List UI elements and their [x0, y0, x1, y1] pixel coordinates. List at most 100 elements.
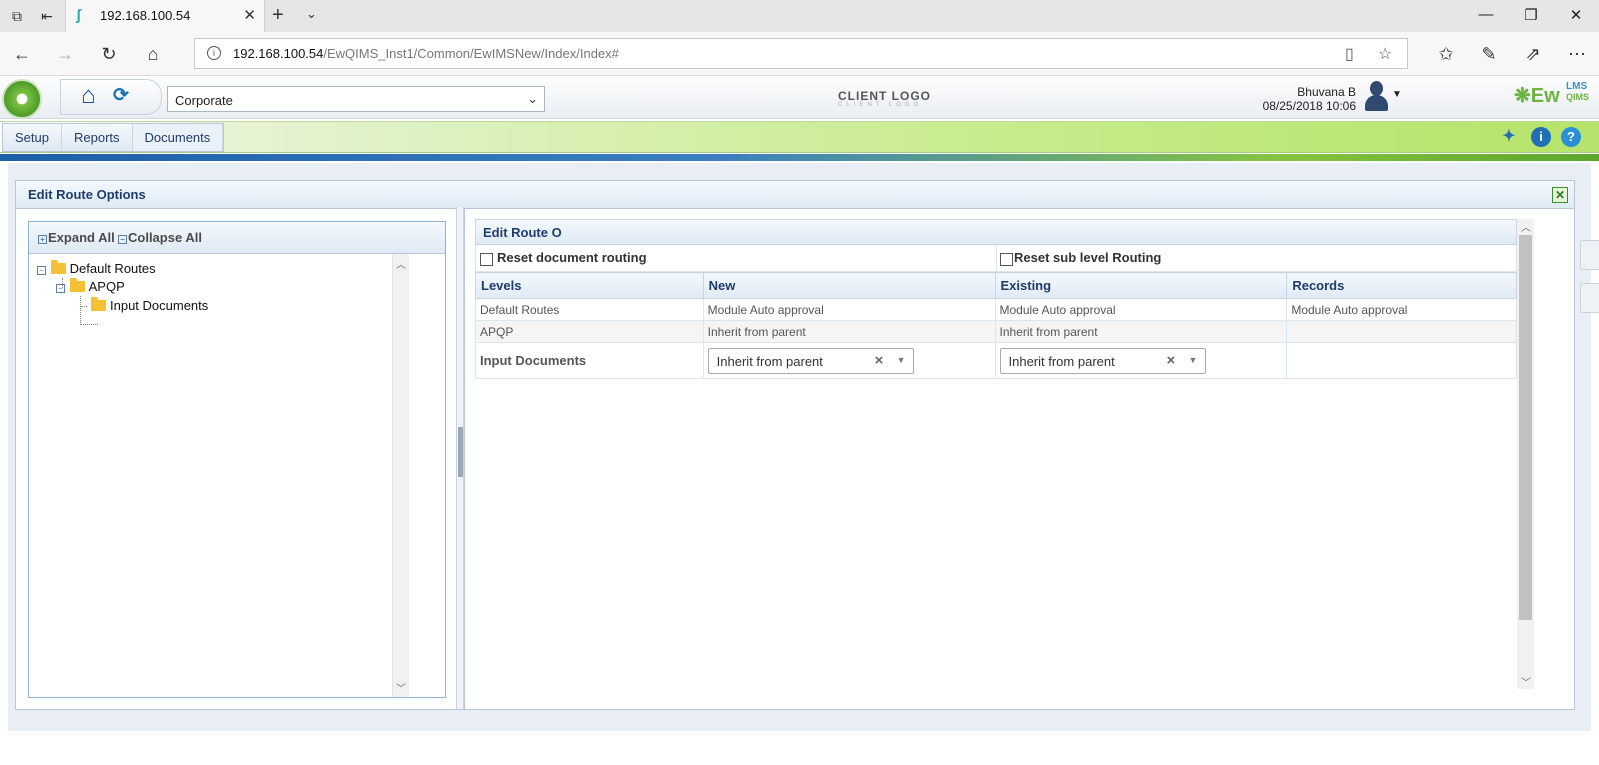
chevron-down-icon: ⌄	[527, 91, 538, 106]
quick-nav-box: ⌂ ⟳	[60, 79, 162, 115]
minimize-icon[interactable]: —	[1474, 6, 1498, 23]
splitter-handle[interactable]	[458, 427, 463, 477]
more-icon[interactable]: ⋯	[1565, 42, 1589, 66]
app-refresh-icon[interactable]: ⟳	[113, 86, 133, 106]
route-header: Edit Route O	[475, 219, 1517, 245]
home-icon[interactable]: ⌂	[141, 42, 165, 66]
app-logo-icon[interactable]	[2, 79, 42, 119]
existing-route-select[interactable]: Inherit from parent × ▼	[999, 347, 1206, 374]
reading-view-icon[interactable]: ▯	[1345, 44, 1354, 64]
new-tab-icon[interactable]: +	[272, 5, 284, 25]
new-route-select-value: Inherit from parent	[716, 353, 823, 369]
expand-all-button[interactable]: + Expand All	[38, 230, 115, 245]
cell-new: Inherit from parent	[702, 320, 996, 343]
login-datetime: 08/25/2018 10:06	[1262, 99, 1356, 113]
tree-scrollbar[interactable]: ︿ ﹀	[392, 254, 409, 697]
address-bar[interactable]: i 192.168.100.54/EwQIMS_Inst1/Common/EwI…	[194, 38, 1408, 69]
side-tab[interactable]	[1580, 240, 1599, 270]
cell-existing: Module Auto approval	[994, 298, 1288, 321]
tab-list-chevron-icon[interactable]: ⌄	[306, 6, 317, 22]
browser-tab[interactable]: ʃ 192.168.100.54 ✕	[65, 0, 265, 32]
close-panel-icon[interactable]: ✕	[1552, 187, 1568, 203]
pen-icon[interactable]: ✎	[1477, 42, 1501, 66]
route-scrollbar[interactable]: ︿ ﹀	[1517, 219, 1534, 689]
favorites-hub-icon[interactable]: ✩	[1434, 42, 1458, 66]
menu-reports[interactable]: Reports	[62, 124, 133, 151]
tree-node-apqp[interactable]: − APQP	[56, 278, 125, 296]
panel-title: Edit Route Options	[28, 187, 146, 202]
side-tab[interactable]	[1580, 283, 1599, 313]
pane-splitter[interactable]	[456, 207, 464, 709]
scroll-down-icon[interactable]: ﹀	[1521, 674, 1531, 689]
cell-existing: Inherit from parent × ▼	[994, 342, 1288, 379]
brand-qims: QIMS	[1566, 92, 1590, 102]
forward-icon[interactable]: →	[53, 42, 77, 66]
reset-sub-level-routing-label: Reset sub level Routing	[1014, 250, 1162, 265]
user-name: Bhuvana B	[1297, 85, 1356, 99]
dropdown-arrow-icon[interactable]: ▼	[897, 355, 906, 365]
collapse-node-icon[interactable]: −	[56, 284, 65, 293]
scrollbar-thumb[interactable]	[1519, 235, 1532, 620]
dropdown-arrow-icon[interactable]: ▼	[1189, 355, 1198, 365]
table-row: APQP Inherit from parent Inherit from pa…	[475, 320, 1517, 343]
client-logo-sub: CLIENT LOGO	[838, 102, 923, 108]
reset-options-row: Reset document routing Reset sub level R…	[475, 245, 1517, 272]
company-select[interactable]: Corporate ⌄	[167, 86, 545, 112]
cell-records	[1286, 342, 1517, 379]
panel-header: Edit Route Options ✕	[16, 181, 1574, 209]
cell-level: Default Routes	[475, 298, 704, 321]
tree-node-default-routes[interactable]: − Default Routes	[37, 260, 156, 278]
column-header-levels: Levels	[475, 272, 704, 299]
scroll-up-icon[interactable]: ︿	[1521, 219, 1531, 234]
cell-level: Input Documents	[475, 342, 704, 379]
clear-selection-icon[interactable]: ×	[1167, 352, 1176, 369]
set-aside-tabs-icon[interactable]: ⇤	[36, 6, 58, 26]
tree-node-input-documents[interactable]: Input Documents	[91, 297, 208, 315]
reset-sub-level-routing-checkbox[interactable]	[1000, 253, 1013, 266]
browser-tab-bar: ⧉ ⇤ ʃ 192.168.100.54 ✕ + ⌄ — ❐ ✕	[0, 0, 1599, 32]
brand-lms: LMS	[1566, 81, 1588, 92]
reset-document-routing-checkbox[interactable]	[480, 253, 493, 266]
scroll-down-icon[interactable]: ﹀	[396, 680, 406, 695]
tree-toolbar: + Expand All − Collapse All	[29, 222, 445, 254]
scroll-up-icon[interactable]: ︿	[396, 256, 406, 271]
cell-new: Module Auto approval	[702, 298, 996, 321]
menu-documents[interactable]: Documents	[132, 124, 224, 151]
clear-selection-icon[interactable]: ×	[875, 352, 884, 369]
info-icon[interactable]: i	[207, 46, 221, 60]
tab-manager-icon[interactable]: ⧉	[6, 6, 28, 26]
restore-icon[interactable]: ❐	[1519, 6, 1543, 24]
site-favicon-icon: ʃ	[76, 7, 81, 24]
refresh-icon[interactable]: ↻	[97, 42, 121, 66]
main-menu: Setup Reports Documents	[2, 123, 225, 152]
pin-icon[interactable]: ✦	[1499, 127, 1519, 147]
info-icon[interactable]: i	[1531, 127, 1551, 147]
back-icon[interactable]: ←	[10, 42, 34, 66]
app-home-icon[interactable]: ⌂	[81, 84, 105, 108]
cell-existing: Inherit from parent	[994, 320, 1288, 343]
user-menu-caret-icon[interactable]: ▼	[1392, 89, 1402, 100]
expand-icon: +	[38, 235, 47, 244]
close-window-icon[interactable]: ✕	[1564, 6, 1588, 24]
help-icon[interactable]: ?	[1561, 127, 1581, 147]
route-tree: + Expand All − Collapse All − Default Rout…	[28, 221, 446, 698]
tab-title: 192.168.100.54	[100, 8, 191, 23]
close-tab-icon[interactable]: ✕	[243, 6, 256, 24]
menu-setup[interactable]: Setup	[3, 124, 62, 151]
collapse-all-button[interactable]: − Collapse All	[118, 230, 202, 245]
cell-level: APQP	[475, 320, 704, 343]
share-icon[interactable]: ⇗	[1521, 42, 1545, 66]
column-header-new: New	[702, 272, 996, 299]
folder-icon	[91, 297, 106, 311]
brand-logo: ❋Ew	[1514, 85, 1560, 107]
favorite-star-icon[interactable]: ☆	[1378, 44, 1392, 64]
avatar[interactable]	[1364, 81, 1388, 113]
url-text: 192.168.100.54/EwQIMS_Inst1/Common/EwIMS…	[233, 46, 619, 61]
cell-records: Module Auto approval	[1286, 298, 1517, 321]
new-route-select[interactable]: Inherit from parent × ▼	[707, 347, 914, 374]
route-title: Edit Route O	[483, 225, 562, 240]
folder-icon	[69, 278, 85, 292]
collapse-node-icon[interactable]: −	[37, 266, 46, 275]
client-logo: CLIENT LOGO	[838, 89, 931, 103]
main-menu-bar: Setup Reports Documents ✦ i ?	[0, 121, 1599, 153]
